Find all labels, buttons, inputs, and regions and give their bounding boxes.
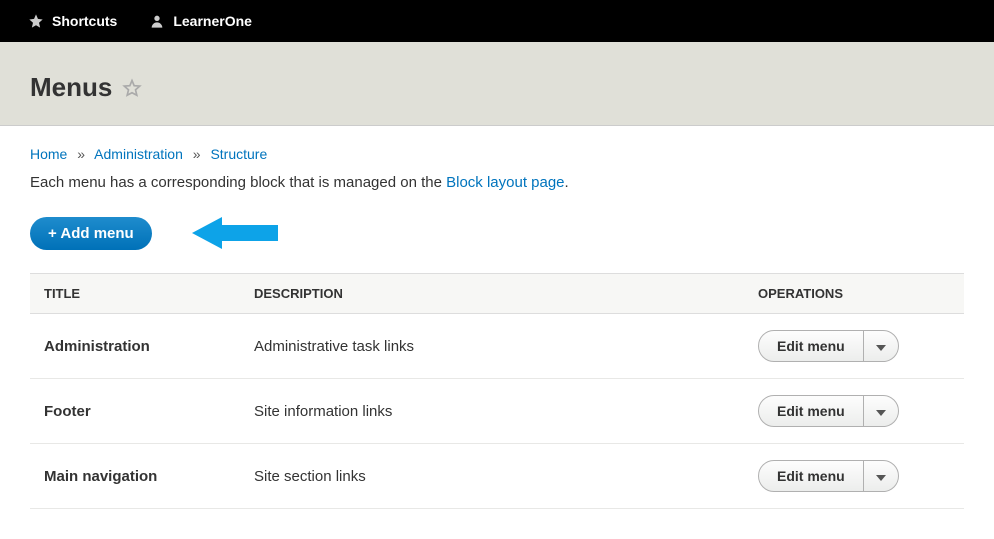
toolbar-shortcuts[interactable]: Shortcuts <box>12 0 133 42</box>
action-buttons-row: + Add menu <box>30 213 964 253</box>
breadcrumb-link-administration[interactable]: Administration <box>94 146 183 162</box>
page-description: Each menu has a corresponding block that… <box>30 174 964 191</box>
table-row: Main navigation Site section links Edit … <box>30 444 964 509</box>
admin-toolbar: Shortcuts LearnerOne <box>0 0 994 42</box>
breadcrumb-link-home[interactable]: Home <box>30 146 67 162</box>
operations-dropbutton: Edit menu <box>758 330 899 362</box>
content-area: Home » Administration » Structure Each m… <box>0 126 994 539</box>
caret-down-icon <box>876 403 886 419</box>
page-title-text: Menus <box>30 72 112 103</box>
star-icon <box>28 13 44 29</box>
menu-operations-cell: Edit menu <box>744 314 964 379</box>
edit-menu-button[interactable]: Edit menu <box>759 461 863 491</box>
favorite-star-icon[interactable] <box>122 78 142 98</box>
description-prefix: Each menu has a corresponding block that… <box>30 174 446 191</box>
menu-description-cell: Administrative task links <box>240 314 744 379</box>
menu-operations-cell: Edit menu <box>744 444 964 509</box>
operations-toggle-button[interactable] <box>863 396 898 426</box>
column-header-operations: OPERATIONS <box>744 274 964 314</box>
column-header-description: DESCRIPTION <box>240 274 744 314</box>
breadcrumb: Home » Administration » Structure <box>30 146 964 162</box>
menu-operations-cell: Edit menu <box>744 379 964 444</box>
toolbar-shortcuts-label: Shortcuts <box>52 13 117 29</box>
user-icon <box>149 13 165 29</box>
menu-title-cell: Footer <box>30 379 240 444</box>
breadcrumb-separator: » <box>77 146 85 162</box>
menus-table: TITLE DESCRIPTION OPERATIONS Administrat… <box>30 273 964 509</box>
operations-dropbutton: Edit menu <box>758 395 899 427</box>
edit-menu-button[interactable]: Edit menu <box>759 396 863 426</box>
page-header: Menus <box>0 42 994 126</box>
edit-menu-button[interactable]: Edit menu <box>759 331 863 361</box>
table-row: Footer Site information links Edit menu <box>30 379 964 444</box>
arrow-annotation-icon <box>192 213 278 253</box>
column-header-title: TITLE <box>30 274 240 314</box>
toolbar-user[interactable]: LearnerOne <box>133 0 268 42</box>
operations-toggle-button[interactable] <box>863 331 898 361</box>
toolbar-user-label: LearnerOne <box>173 13 252 29</box>
operations-dropbutton: Edit menu <box>758 460 899 492</box>
menu-title-cell: Main navigation <box>30 444 240 509</box>
operations-toggle-button[interactable] <box>863 461 898 491</box>
menu-title-cell: Administration <box>30 314 240 379</box>
breadcrumb-separator: » <box>193 146 201 162</box>
description-suffix: . <box>565 174 569 191</box>
add-menu-button[interactable]: + Add menu <box>30 217 152 250</box>
caret-down-icon <box>876 338 886 354</box>
table-row: Administration Administrative task links… <box>30 314 964 379</box>
caret-down-icon <box>876 468 886 484</box>
menu-description-cell: Site section links <box>240 444 744 509</box>
block-layout-page-link[interactable]: Block layout page <box>446 174 564 191</box>
menu-description-cell: Site information links <box>240 379 744 444</box>
page-title: Menus <box>30 72 964 103</box>
breadcrumb-link-structure[interactable]: Structure <box>210 146 267 162</box>
